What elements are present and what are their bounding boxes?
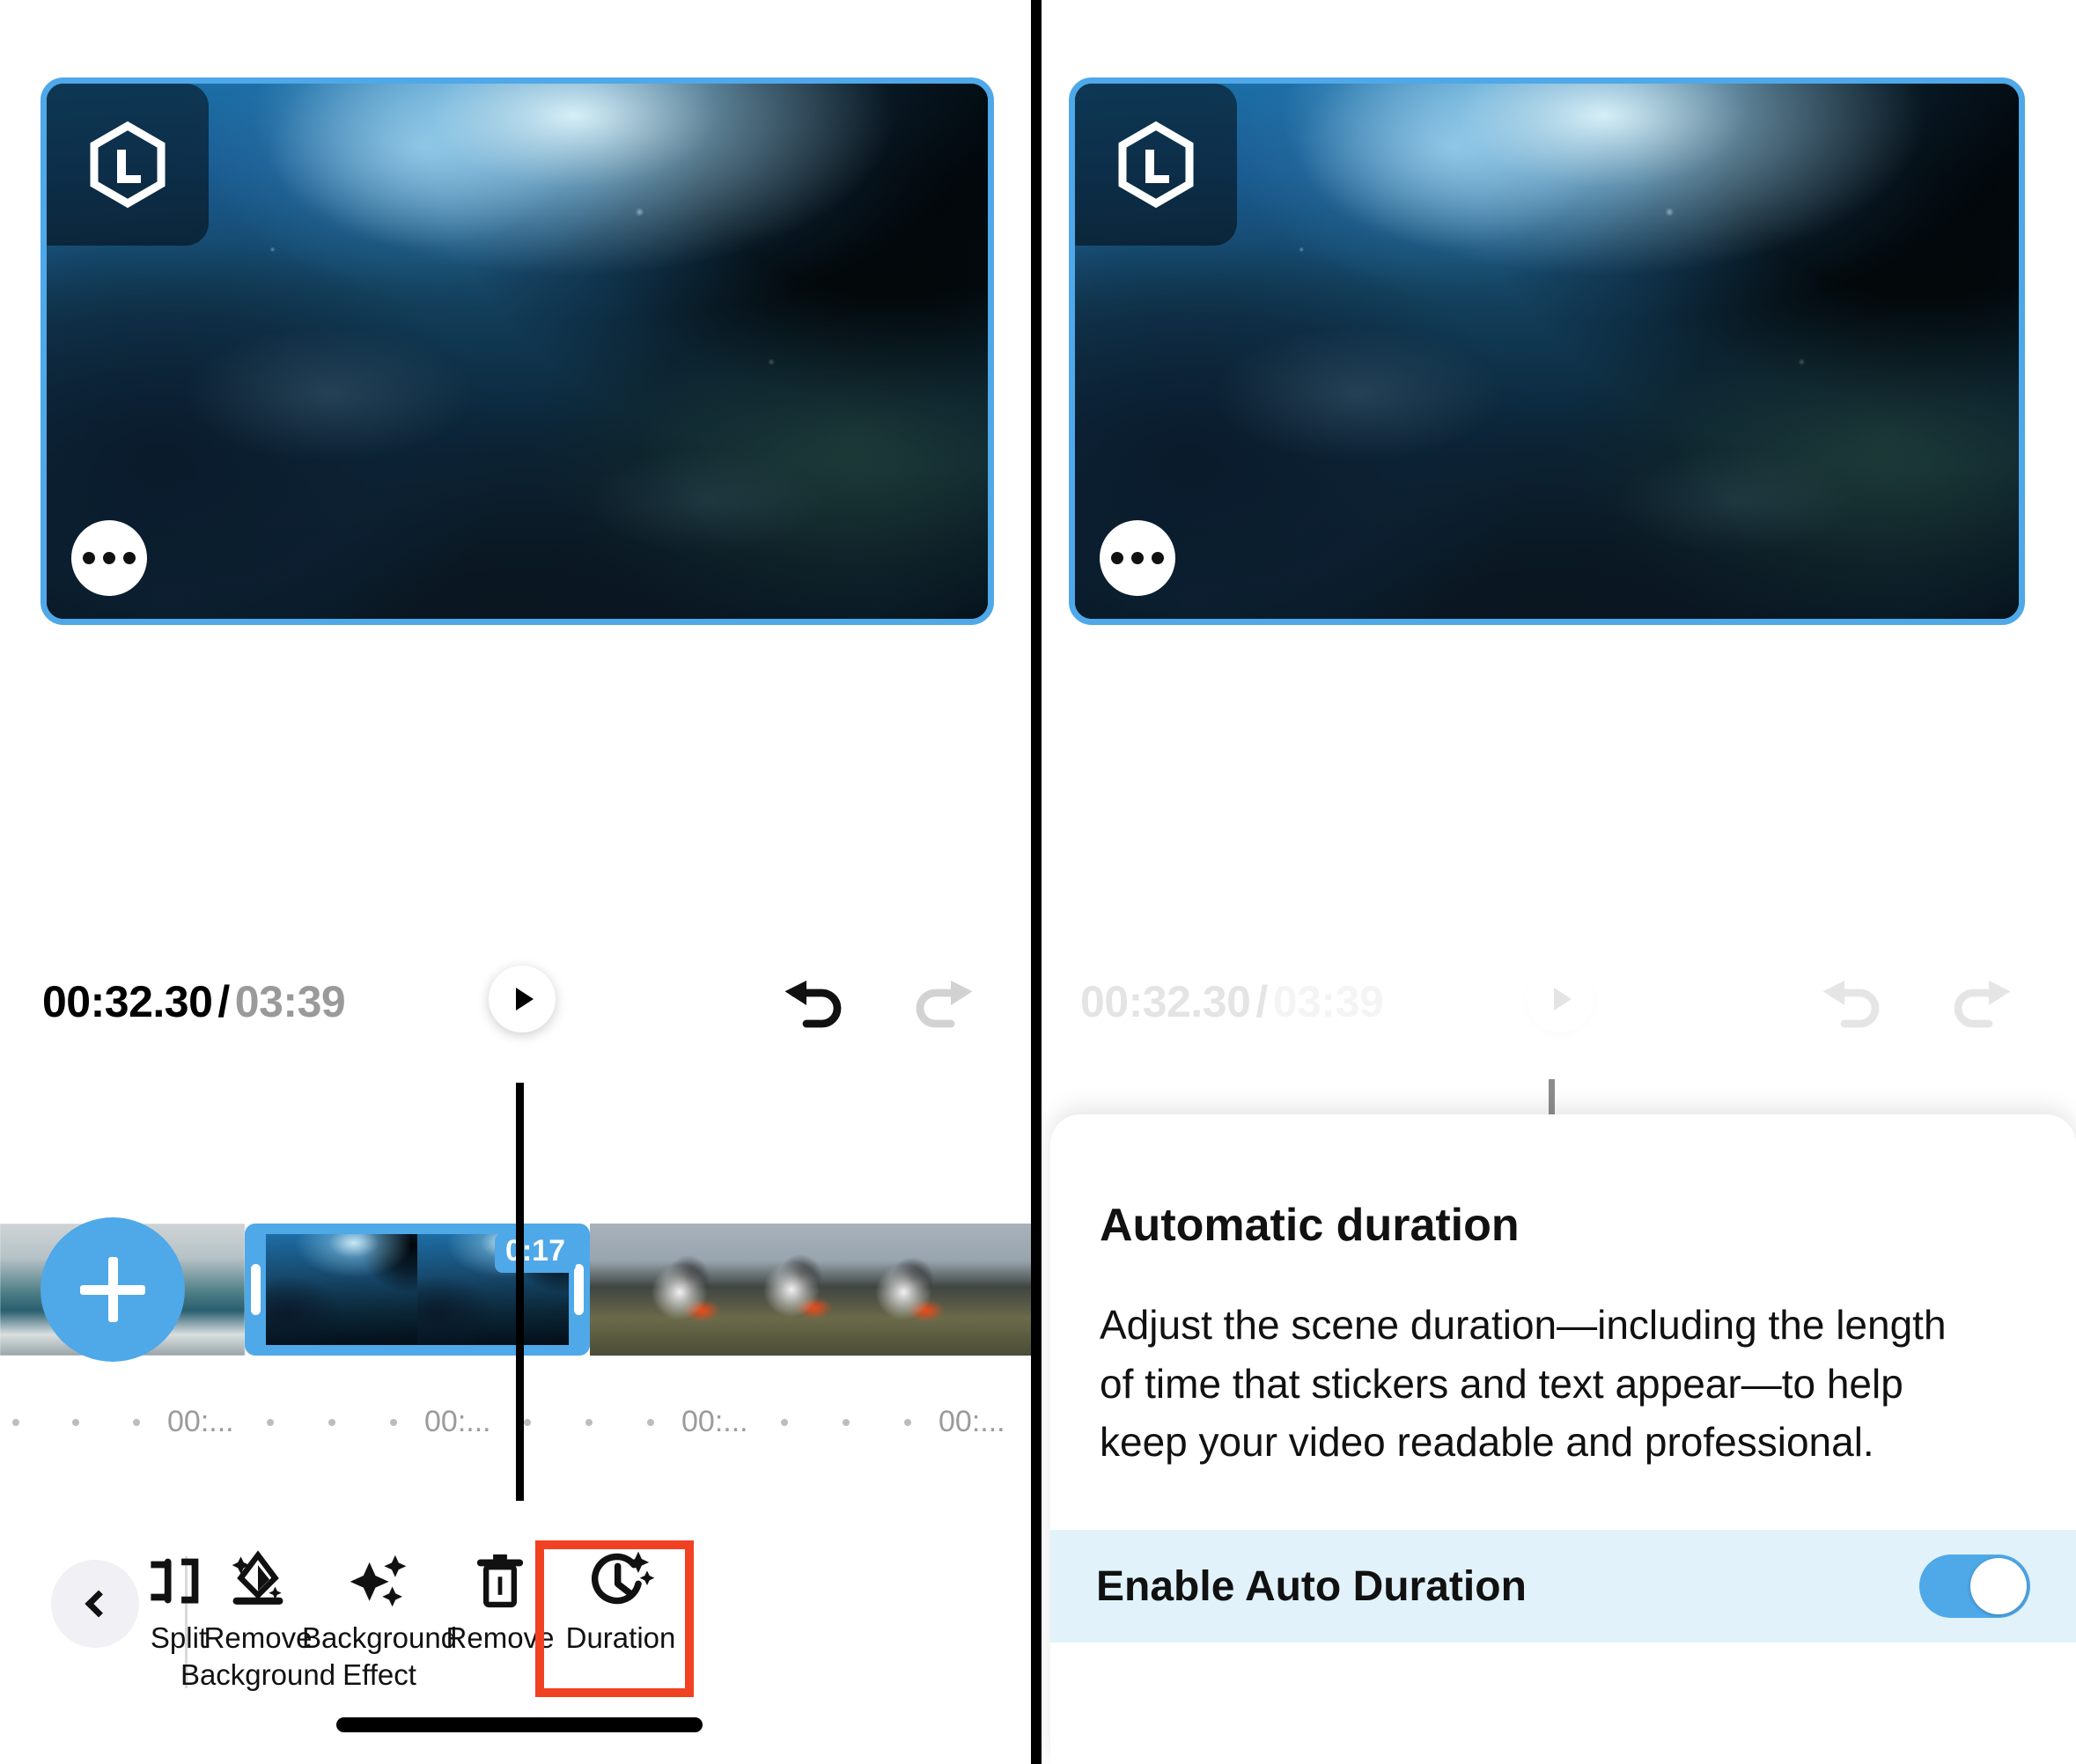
- ruler-tick: [390, 1419, 397, 1426]
- ruler-tick: [133, 1419, 140, 1426]
- redo-button: [1945, 974, 2021, 1040]
- more-options-button[interactable]: [71, 520, 147, 596]
- two-screenshot-comparison: 00:32.30/03:39 0:17 00:... 00:... 00:...…: [0, 0, 2076, 1764]
- clip-thumbnail: [266, 1234, 417, 1345]
- current-time: 00:32.30: [1080, 977, 1251, 1026]
- screen-automatic-duration-sheet: 00:32.30/03:39 Automatic duration Adjust…: [1038, 0, 2076, 1764]
- sheet-title: Automatic duration: [1100, 1200, 1520, 1251]
- ruler-tick: [328, 1419, 335, 1426]
- tool-label: Duration: [565, 1621, 676, 1654]
- ellipsis-dot: [103, 552, 115, 564]
- plus-icon: [107, 1257, 118, 1322]
- remove-background-icon: [224, 1544, 292, 1618]
- enable-auto-duration-row[interactable]: Enable Auto Duration: [1050, 1530, 2076, 1643]
- ruler-tick: [904, 1419, 911, 1426]
- ruler-label: 00:...: [939, 1405, 1005, 1438]
- undo-button: [1813, 974, 1888, 1040]
- video-preview[interactable]: [40, 77, 994, 625]
- ellipsis-dot: [123, 552, 136, 564]
- timeline-clip[interactable]: [590, 1224, 1038, 1356]
- screen-editor-toolbar: 00:32.30/03:39 0:17 00:... 00:... 00:...…: [0, 0, 1038, 1764]
- ruler-tick: [12, 1419, 19, 1426]
- play-button[interactable]: [489, 966, 556, 1033]
- ruler-tick: [781, 1419, 788, 1426]
- ellipsis-dot: [1111, 552, 1123, 564]
- timecode-separator: /: [217, 977, 230, 1026]
- trim-handle-left[interactable]: [251, 1264, 261, 1315]
- ruler-tick: [524, 1419, 531, 1426]
- clip-thumbnail: [590, 1224, 1038, 1356]
- ruler-label: 00:...: [167, 1405, 234, 1438]
- automatic-duration-sheet: Automatic duration Adjust the scene dura…: [1050, 1114, 2076, 1764]
- transport-bar: 00:32.30/03:39: [0, 964, 1038, 1061]
- more-options-button[interactable]: [1100, 520, 1175, 596]
- tool-label-line2: Effect: [342, 1657, 416, 1691]
- redo-button[interactable]: [907, 974, 983, 1040]
- timeline-playhead[interactable]: [516, 1083, 524, 1501]
- add-media-button[interactable]: [40, 1217, 185, 1362]
- toggle-label: Enable Auto Duration: [1096, 1562, 1527, 1610]
- transport-bar-disabled: 00:32.30/03:39: [1038, 964, 2076, 1061]
- ruler-tick: [647, 1419, 654, 1426]
- total-time: 03:39: [1272, 977, 1384, 1026]
- clip-duration-badge: 0:17: [494, 1233, 576, 1273]
- editing-toolbar: Split Remove Background Background Effec…: [0, 1540, 1038, 1702]
- ruler-tick: [585, 1419, 593, 1426]
- timecode-separator: /: [1255, 977, 1268, 1026]
- total-time: 03:39: [234, 977, 346, 1026]
- timeline-clip-selected[interactable]: 0:17: [245, 1224, 590, 1356]
- redo-icon: [1954, 981, 2011, 1028]
- timecode-display: 00:32.30/03:39: [1080, 976, 1384, 1027]
- sheet-description: Adjust the scene duration—including the …: [1100, 1302, 1947, 1466]
- video-preview[interactable]: [1069, 77, 2025, 625]
- ruler-tick: [267, 1419, 274, 1426]
- trim-handle-right[interactable]: [574, 1264, 584, 1315]
- play-icon: [516, 988, 534, 1011]
- undo-button[interactable]: [775, 974, 850, 1040]
- redo-icon: [916, 981, 973, 1028]
- tool-duration[interactable]: Duration: [537, 1544, 704, 1655]
- ruler-tick: [843, 1419, 850, 1426]
- hexagon-l-logo-icon: [47, 84, 209, 246]
- ellipsis-dot: [1152, 552, 1164, 564]
- hexagon-l-logo-icon: [1075, 84, 1237, 246]
- toggle-knob: [1970, 1558, 2027, 1614]
- play-button: [1527, 966, 1594, 1033]
- current-time: 00:32.30: [42, 977, 213, 1026]
- trash-icon: [468, 1544, 532, 1618]
- panel-divider: [1031, 0, 1042, 1764]
- duration-clock-sparkle-icon: [585, 1544, 656, 1618]
- undo-icon: [1822, 981, 1880, 1028]
- home-indicator: [335, 1717, 703, 1732]
- background-effect-icon: [345, 1544, 414, 1618]
- undo-icon: [784, 981, 842, 1028]
- timecode-display: 00:32.30/03:39: [42, 976, 346, 1027]
- play-icon: [1554, 988, 1572, 1011]
- ruler-tick: [72, 1419, 79, 1426]
- ruler-label: 00:...: [681, 1405, 748, 1438]
- auto-duration-toggle[interactable]: [1919, 1555, 2030, 1618]
- ellipsis-dot: [1131, 552, 1144, 564]
- ellipsis-dot: [83, 552, 95, 564]
- ruler-label: 00:...: [424, 1405, 491, 1438]
